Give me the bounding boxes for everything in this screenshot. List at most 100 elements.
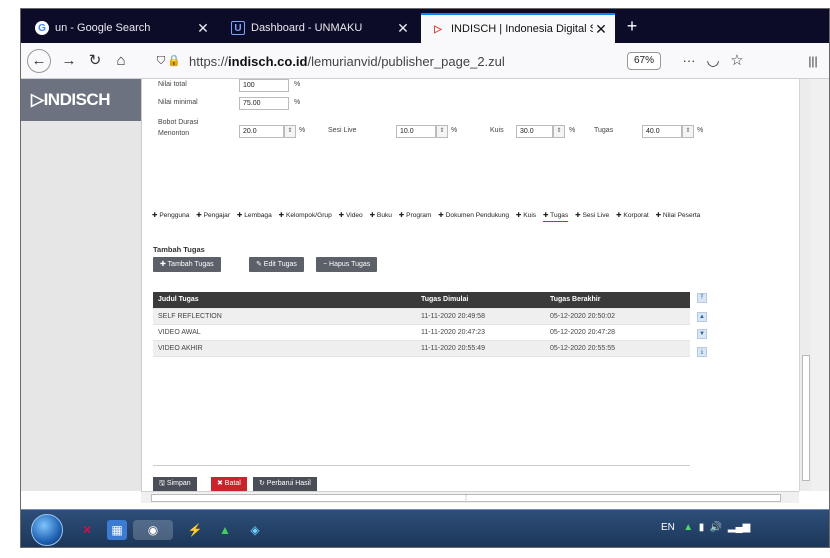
sesi-live-input[interactable]: 10.0 xyxy=(396,125,436,138)
publisher-dialog: Nilai total 100 % Nilai minimal 75.00 % … xyxy=(141,79,811,491)
chrome-icon[interactable]: ◈ xyxy=(245,520,265,540)
cell-start: 11-11-2020 20:47:23 xyxy=(421,329,485,336)
system-tray: EN ▲ ▮ 🔊 ▂▄▆ xyxy=(661,522,750,533)
menu-lembaga[interactable]: ✚ Lembaga xyxy=(237,211,272,219)
percent-sign: % xyxy=(569,127,576,134)
menu-buku[interactable]: ✚ Buku xyxy=(370,211,392,219)
navigation-bar: ← → ↻ ⌂ ⛉ 🔒 https://indisch.co.id/lemuri… xyxy=(21,43,829,79)
horizontal-scrollbar[interactable]: ⋮ xyxy=(141,491,799,503)
tab-dashboard-unmaku[interactable]: U Dashboard - UNMAKU ✕ xyxy=(221,13,417,43)
move-top-icon[interactable]: ⤒ xyxy=(697,293,707,303)
close-icon[interactable]: ✕ xyxy=(593,21,609,38)
url-prefix: https:// xyxy=(189,53,229,69)
spinner-icon[interactable]: ⇕ xyxy=(682,125,694,138)
sesi-live-label: Sesi Live xyxy=(328,127,357,134)
column-header[interactable]: Judul Tugas xyxy=(158,292,199,308)
firefox-icon[interactable]: ◉ xyxy=(133,520,173,540)
kuis-input[interactable]: 30.0 xyxy=(516,125,553,138)
url-host: indisch.co.id xyxy=(228,53,308,69)
menu-kelompok-grup[interactable]: ✚ Kelompok/Grup xyxy=(279,211,332,219)
battery-icon[interactable]: ▮ xyxy=(699,522,705,533)
move-down-icon[interactable]: ▼ xyxy=(697,329,707,339)
divider xyxy=(153,465,690,466)
menu-program[interactable]: ✚ Program xyxy=(399,211,432,219)
reload-icon[interactable]: ↻ xyxy=(83,50,107,72)
unmaku-icon: U xyxy=(231,21,245,35)
add-task-button[interactable]: ✚ Tambah Tugas xyxy=(153,257,221,272)
menu-pengguna[interactable]: ✚ Pengguna xyxy=(152,211,189,219)
menu-tugas[interactable]: ✚ Tugas xyxy=(542,211,569,222)
delete-task-button[interactable]: − Hapus Tugas xyxy=(316,257,378,272)
menu-korporat[interactable]: ✚ Korporat xyxy=(616,211,649,219)
tab-indisch[interactable]: ▷ INDISCH | Indonesia Digital Sch ✕ xyxy=(421,13,615,43)
tugas-input[interactable]: 40.0 xyxy=(642,125,682,138)
section-title: Tambah Tugas xyxy=(153,245,205,254)
menu-pengajar[interactable]: ✚ Pengajar xyxy=(196,211,230,219)
menu-dokumen-pendukung[interactable]: ✚ Dokumen Pendukung xyxy=(438,211,509,219)
save-button[interactable]: 🖫 Simpan xyxy=(153,477,197,491)
menu-sesi-live[interactable]: ✚ Sesi Live xyxy=(575,211,609,219)
winamp-icon[interactable]: ⚡ xyxy=(185,520,205,540)
more-options-icon[interactable]: ··· xyxy=(677,50,701,72)
new-tab-plus-icon[interactable]: + xyxy=(619,13,645,39)
column-header[interactable]: Tugas Dimulai xyxy=(421,292,468,308)
column-header[interactable]: Tugas Berakhir xyxy=(550,292,600,308)
tab-title: INDISCH | Indonesia Digital Sch xyxy=(451,23,593,35)
close-icon[interactable]: ✕ xyxy=(395,20,411,37)
vertical-scrollbar[interactable] xyxy=(799,79,811,491)
menu-kuis[interactable]: ✚ Kuis xyxy=(516,211,536,219)
table-row[interactable]: SELF REFLECTION 11-11-2020 20:49:58 05-1… xyxy=(153,309,690,325)
table-row[interactable]: VIDEO AWAL 11-11-2020 20:47:23 05-12-202… xyxy=(153,325,690,341)
start-button[interactable] xyxy=(31,514,63,546)
network-icon[interactable]: ▲ xyxy=(683,522,693,533)
back-arrow-icon[interactable]: ← xyxy=(27,49,51,73)
nilai-total-label: Nilai total xyxy=(158,81,187,88)
tab-google-search[interactable]: G un - Google Search ✕ xyxy=(25,13,217,43)
close-icon[interactable]: ✕ xyxy=(195,20,211,37)
menu-nilai-peserta[interactable]: ✚ Nilai Peserta xyxy=(656,211,701,219)
logo-text: INDISCH xyxy=(43,90,111,109)
scrollbar-thumb[interactable] xyxy=(802,355,810,481)
tab-title: un - Google Search xyxy=(55,22,151,34)
language-indicator[interactable]: EN xyxy=(661,522,675,533)
spinner-icon[interactable]: ⇕ xyxy=(553,125,565,138)
bobot-durasi-label: Bobot Durasi Menonton xyxy=(158,119,199,137)
move-up-icon[interactable]: ▲ xyxy=(697,312,707,322)
tugas-label: Tugas xyxy=(594,127,614,134)
cell-title: VIDEO AWAL xyxy=(158,329,201,336)
table-header: Judul Tugas Tugas Dimulai Tugas Berakhir xyxy=(153,292,690,309)
indisch-icon: ▷ xyxy=(434,23,442,35)
spinner-icon[interactable]: ⇕ xyxy=(284,125,296,138)
url-bar[interactable]: https://indisch.co.id/lemurianvid/publis… xyxy=(189,49,659,73)
menu-video[interactable]: ✚ Video xyxy=(339,211,363,219)
bookmark-star-icon[interactable]: ☆ xyxy=(725,50,749,72)
forward-arrow-icon[interactable]: → xyxy=(57,50,81,72)
scrollbar-thumb[interactable]: ⋮ xyxy=(151,494,781,502)
nilai-total-input[interactable]: 100 xyxy=(239,79,289,92)
table-row[interactable]: VIDEO AKHIR 11-11-2020 20:55:49 05-12-20… xyxy=(153,341,690,357)
tab-title: Dashboard - UNMAKU xyxy=(251,22,363,34)
signal-icon[interactable]: ▂▄▆ xyxy=(728,522,750,533)
library-icon[interactable]: ||| xyxy=(801,50,825,72)
nilai-minimal-input[interactable]: 75.00 xyxy=(239,97,289,110)
windows-taskbar: ✕ ▦ ◉ ⚡ ▲ ◈ EN ▲ ▮ 🔊 ▂▄▆ xyxy=(21,509,829,547)
refresh-results-button[interactable]: ↻ Perbarui Hasil xyxy=(253,477,317,491)
cell-end: 05-12-2020 20:50:02 xyxy=(550,313,615,320)
zoom-level-badge[interactable]: 67% xyxy=(627,52,661,70)
percent-sign: % xyxy=(697,127,704,134)
bobot-durasi-input[interactable]: 20.0 xyxy=(239,125,284,138)
kuis-label: Kuis xyxy=(490,127,504,134)
explorer-icon[interactable]: ▦ xyxy=(107,520,127,540)
drive-icon[interactable]: ▲ xyxy=(215,520,235,540)
spinner-icon[interactable]: ⇕ xyxy=(436,125,448,138)
percent-sign: % xyxy=(299,127,306,134)
move-bottom-icon[interactable]: ⤓ xyxy=(697,347,707,357)
pocket-icon[interactable]: ◡ xyxy=(701,50,725,72)
percent-sign: % xyxy=(294,99,301,106)
volume-icon[interactable]: 🔊 xyxy=(710,522,722,533)
cancel-button[interactable]: ✖ Batal xyxy=(211,477,247,491)
home-icon[interactable]: ⌂ xyxy=(109,50,133,72)
edit-task-button[interactable]: ✎ Edit Tugas xyxy=(249,257,304,272)
app-icon[interactable]: ✕ xyxy=(77,520,97,540)
cell-title: VIDEO AKHIR xyxy=(158,345,203,352)
